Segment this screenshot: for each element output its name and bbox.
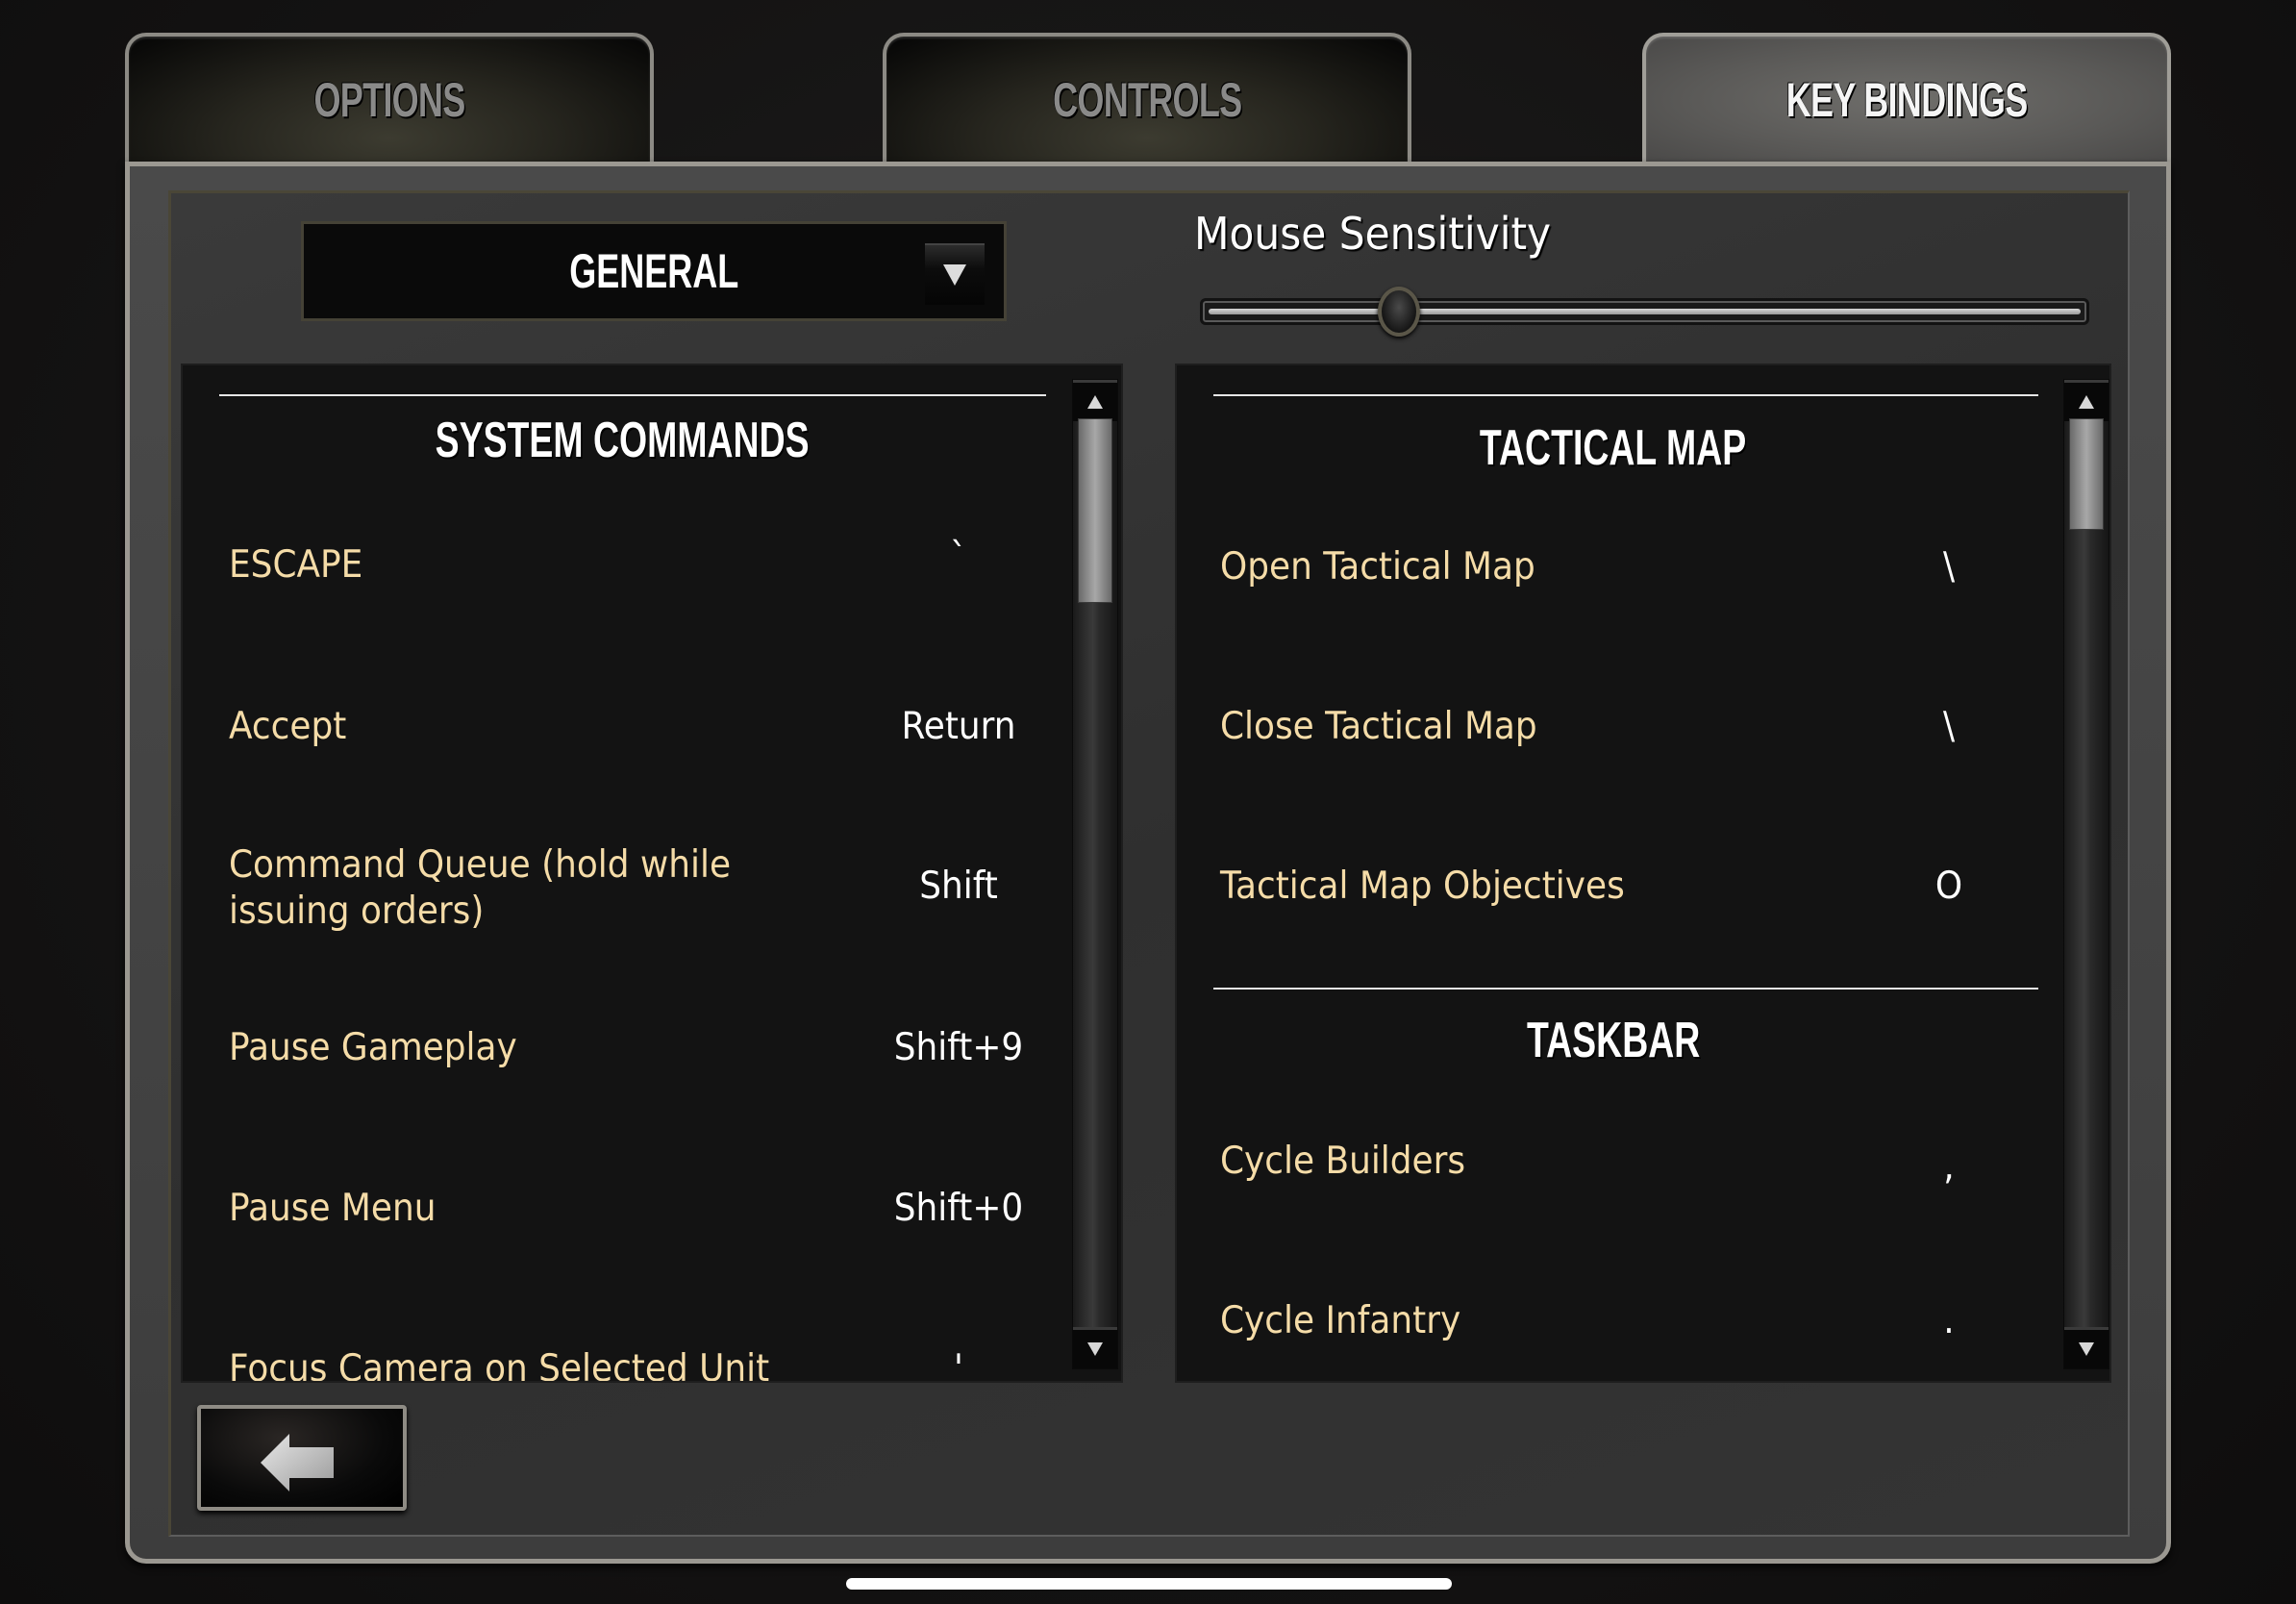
arrow-up-icon bbox=[1087, 395, 1103, 409]
bindings-list-right: TACTICAL MAP Open Tactical Map \ Close T… bbox=[1177, 365, 2050, 1381]
binding-action: Tactical Map Objectives bbox=[1220, 865, 1625, 908]
scroll-up-button[interactable] bbox=[2064, 380, 2109, 421]
binding-key[interactable]: Shift bbox=[870, 864, 1047, 910]
binding-key[interactable]: Shift+9 bbox=[870, 1025, 1047, 1071]
bindings-list-left: SYSTEM COMMANDS ESCAPE ` Accept Return C… bbox=[183, 365, 1061, 1381]
scroll-down-button[interactable] bbox=[2064, 1327, 2109, 1368]
binding-action: Close Tactical Map bbox=[1220, 705, 1537, 748]
section-divider bbox=[1213, 988, 2038, 990]
section-title-taskbar: TASKBAR bbox=[1526, 1013, 1701, 1068]
system-commands-panel: SYSTEM COMMANDS ESCAPE ` Accept Return C… bbox=[181, 363, 1123, 1383]
scroll-thumb[interactable] bbox=[1078, 418, 1112, 603]
scroll-thumb[interactable] bbox=[2069, 418, 2104, 530]
tactical-map-panel: TACTICAL MAP Open Tactical Map \ Close T… bbox=[1175, 363, 2111, 1383]
mouse-sensitivity-label: Mouse Sensitivity bbox=[1194, 208, 1552, 260]
section-divider bbox=[1213, 394, 2038, 396]
binding-key[interactable]: ` bbox=[870, 535, 1047, 581]
arrow-down-icon bbox=[2079, 1342, 2094, 1356]
home-indicator[interactable] bbox=[846, 1578, 1452, 1590]
arrow-up-icon bbox=[2079, 395, 2094, 409]
binding-key[interactable]: ' bbox=[870, 1346, 1047, 1381]
category-dropdown[interactable]: GENERAL bbox=[301, 221, 1007, 321]
arrow-down-icon bbox=[1087, 1342, 1103, 1356]
section-title-system-commands: SYSTEM COMMANDS bbox=[435, 413, 810, 468]
binding-action-line-2: issuing orders) bbox=[229, 890, 485, 933]
scroll-down-button[interactable] bbox=[1073, 1327, 1117, 1368]
binding-key[interactable]: Shift+0 bbox=[870, 1186, 1047, 1232]
back-arrow-icon bbox=[261, 1434, 334, 1491]
tab-key-bindings-label: KEY BINDINGS bbox=[1785, 73, 2028, 127]
binding-key[interactable]: . bbox=[1860, 1298, 2037, 1344]
slider-rail bbox=[1209, 309, 2081, 314]
binding-action: Accept bbox=[229, 705, 347, 748]
binding-action: Cycle Builders bbox=[1220, 1140, 1466, 1183]
tab-controls[interactable]: CONTROLS bbox=[883, 33, 1411, 163]
binding-action: Pause Menu bbox=[229, 1187, 437, 1230]
dropdown-toggle-button[interactable] bbox=[925, 243, 985, 305]
chevron-down-icon bbox=[943, 264, 966, 286]
binding-action: ESCAPE bbox=[229, 543, 363, 587]
section-title-tactical-map: TACTICAL MAP bbox=[1480, 420, 1747, 476]
binding-action: Focus Camera on Selected Unit bbox=[229, 1347, 770, 1381]
binding-key[interactable]: \ bbox=[1860, 704, 2037, 750]
right-scrollbar[interactable] bbox=[2063, 379, 2109, 1369]
scroll-up-button[interactable] bbox=[1073, 380, 1117, 421]
binding-action-line-1: Command Queue (hold while bbox=[229, 843, 732, 887]
left-scrollbar[interactable] bbox=[1072, 379, 1118, 1369]
tab-key-bindings[interactable]: KEY BINDINGS bbox=[1642, 33, 2171, 163]
back-button[interactable] bbox=[197, 1405, 407, 1511]
tab-controls-label: CONTROLS bbox=[1052, 73, 1242, 127]
binding-key[interactable]: , bbox=[1860, 1144, 2037, 1190]
binding-key[interactable]: \ bbox=[1860, 544, 2037, 590]
tab-options[interactable]: OPTIONS bbox=[125, 33, 654, 163]
category-dropdown-value: GENERAL bbox=[568, 244, 739, 298]
binding-action: Pause Gameplay bbox=[229, 1026, 517, 1069]
binding-action: Cycle Infantry bbox=[1220, 1299, 1461, 1342]
tab-options-label: OPTIONS bbox=[313, 73, 466, 127]
section-divider bbox=[219, 394, 1046, 396]
binding-action: Open Tactical Map bbox=[1220, 545, 1535, 589]
binding-key[interactable]: O bbox=[1860, 864, 2037, 910]
mouse-sensitivity-slider[interactable] bbox=[1200, 298, 2089, 325]
binding-key[interactable]: Return bbox=[870, 704, 1047, 750]
mouse-sensitivity-thumb[interactable] bbox=[1377, 287, 1420, 337]
